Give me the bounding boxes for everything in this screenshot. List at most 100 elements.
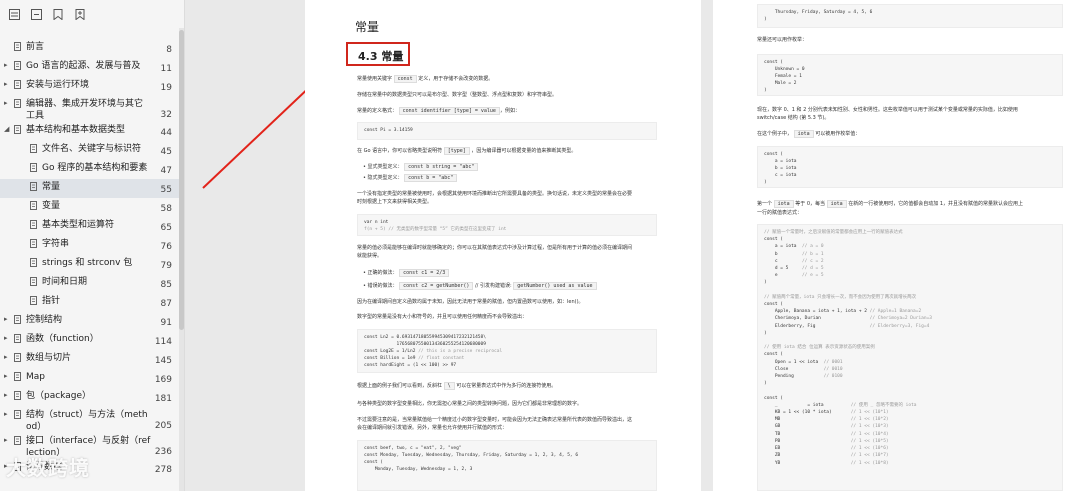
- toc-item-label-line: Go 程序的基本结构和要素: [42, 163, 148, 173]
- paragraph: switch/case 结构 (第 5.3 节)。: [757, 115, 830, 121]
- toc-item[interactable]: 文件名、关键字与标识符 45: [0, 141, 184, 160]
- bookmark-icon: [14, 372, 21, 381]
- code-comment: // float constant: [418, 356, 465, 361]
- paragraph: 与各种类型的数字型变量相比，你无需担心常量之间的类型转换问题，因为它们都是非常理…: [357, 401, 583, 407]
- toc-item[interactable]: ▸ 函数（function） 114: [0, 331, 184, 350]
- toc-item[interactable]: ▸ 编辑器、集成开发环境与其它 工具 32: [0, 96, 184, 122]
- toc-item[interactable]: 变量 58: [0, 198, 184, 217]
- chevron-right-icon[interactable]: ▸: [4, 80, 10, 88]
- chevron-right-icon[interactable]: ▸: [4, 61, 10, 69]
- paragraph: 第一个 iota 等于 0，每当 iota 在新的一行被使用时，它的值都会自动加…: [757, 200, 1024, 208]
- toc-item[interactable]: ▸ 包（package） 181: [0, 388, 184, 407]
- paragraph: 一行的赋值表达式：: [757, 210, 803, 216]
- toc-item[interactable]: ▸ 安装与运行环境 19: [0, 77, 184, 96]
- code-block: const Pi = 3.14159: [357, 122, 657, 140]
- bookmark-icon: [14, 334, 21, 343]
- watermark: 大数跨境: [6, 456, 90, 480]
- code-comment: // 0010: [823, 366, 843, 372]
- code-comment: // Apple=1 Banana=2: [869, 309, 922, 315]
- toc-item-label-line: Map: [26, 372, 45, 382]
- code-comment: // 赋值两个常量，iota 只会增长一次，而不会因为使用了两次就增长两次: [764, 294, 917, 300]
- toc-item[interactable]: ▸ 数组与切片 145: [0, 350, 184, 369]
- scrollbar-thumb[interactable]: [179, 30, 184, 330]
- toc-item-label: Go 语言的起源、发展与普及: [26, 60, 140, 72]
- toc-item[interactable]: ▸ Map 169: [0, 369, 184, 388]
- toc-item-label: 结构（struct）与方法（meth od）: [26, 409, 148, 433]
- toc-item-label: 基本结构和基本数据类型: [26, 124, 125, 136]
- chevron-right-icon[interactable]: ▸: [4, 353, 10, 361]
- bookmark-icon: [14, 125, 21, 134]
- bookmark-icon[interactable]: [52, 8, 64, 20]
- chevron-right-icon[interactable]: ▸: [4, 99, 10, 107]
- code-comment: // 使用 iota 结合 位运算 表示资源状态的使用案例: [764, 345, 875, 351]
- bullet-item: • 显式类型定义： const b string = "abc": [363, 163, 479, 171]
- code-comment: // 1 << (10*2): [850, 417, 889, 423]
- bookmark-icon: [14, 42, 21, 51]
- toc-item-label: 前言: [26, 41, 44, 53]
- bookmark-icon: [30, 144, 37, 153]
- collapse-all-icon[interactable]: [30, 8, 42, 20]
- chevron-right-icon[interactable]: ▸: [4, 334, 10, 342]
- chevron-right-icon[interactable]: ▸: [4, 410, 10, 418]
- code-comment: // this is a precise reciprocal: [418, 349, 503, 354]
- sidebar-scrollbar[interactable]: [179, 28, 184, 491]
- toc-item[interactable]: 指针 87: [0, 293, 184, 312]
- toc-item-label-line: 指针: [42, 296, 61, 306]
- toc-item[interactable]: 常量 55: [0, 179, 184, 198]
- toc-item-label-line: 函数（function）: [26, 334, 99, 344]
- toc-item-label-line: 数组与切片: [26, 353, 72, 363]
- toc-item-label: 基本类型和运算符: [42, 219, 114, 231]
- toc-item-page: 44: [160, 128, 172, 138]
- toc-item[interactable]: 前言 8: [0, 39, 184, 58]
- code-comment: // e = 5: [801, 273, 824, 279]
- toc-item[interactable]: ▸ Go 语言的起源、发展与普及 11: [0, 58, 184, 77]
- toc-item[interactable]: 字符串 76: [0, 236, 184, 255]
- toc-item-label: 常量: [42, 181, 60, 193]
- chevron-right-icon[interactable]: ▸: [4, 372, 10, 380]
- toc-item[interactable]: ◢ 基本结构和基本数据类型 44: [0, 122, 184, 141]
- bookmark-icon: [30, 220, 37, 229]
- toc-item[interactable]: 基本类型和运算符 65: [0, 217, 184, 236]
- paragraph: 常量还可以用作枚举：: [757, 37, 808, 43]
- toc-item-label: 指针: [42, 295, 60, 307]
- toc-item-label-line: 工具: [26, 111, 45, 121]
- toc-item-label-line: 时间和日期: [42, 277, 88, 287]
- bookmark-icon: [14, 391, 21, 400]
- toc-item[interactable]: ▸ 控制结构 91: [0, 312, 184, 331]
- toc-item[interactable]: ▸ 结构（struct）与方法（meth od） 205: [0, 407, 184, 433]
- toc-item-page: 87: [160, 299, 172, 309]
- chevron-right-icon[interactable]: ▸: [4, 436, 10, 444]
- bookmark-icon: [14, 61, 21, 70]
- expand-all-icon[interactable]: [8, 8, 20, 20]
- chevron-down-icon[interactable]: ◢: [4, 125, 10, 133]
- paragraph: 常量的值必须是能够在编译时就能够确定的；你可以在其赋值表达式中涉及计算过程，但是…: [357, 245, 633, 251]
- toc-item-label-line: 基本结构和基本数据类型: [26, 125, 126, 135]
- toc-item-page: 45: [160, 147, 172, 157]
- bookmark-add-icon[interactable]: [74, 8, 86, 20]
- paragraph: 存储在常量中的数据类型只可以是布尔型、数字型（整数型、浮点型和复数）和字符串型。: [357, 92, 558, 98]
- toc-item-label: Go 程序的基本结构和要素: [42, 162, 147, 174]
- toc-item-label-line: 包（package）: [26, 391, 91, 401]
- code-comment: // a = 0: [801, 244, 824, 250]
- toc-item-label-line: strings 和 strconv 包: [42, 258, 133, 268]
- toc-item-page: 205: [154, 421, 172, 431]
- paragraph: 就能获得。: [357, 253, 383, 259]
- toc-item-label-line: 接口（interface）与反射（ref: [26, 436, 151, 446]
- chevron-right-icon[interactable]: ▸: [4, 315, 10, 323]
- toc-item[interactable]: 时间和日期 85: [0, 274, 184, 293]
- paragraph: 会在编译期间就引发错误。另外，常量也允许使用并行赋值的形式：: [357, 425, 508, 431]
- code-block: const Ln2 = 0.69314718055994530941723212…: [357, 329, 657, 373]
- chevron-right-icon[interactable]: ▸: [4, 391, 10, 399]
- toc-item-label: 数组与切片: [26, 352, 71, 364]
- paragraph: 数字型的常量是没有大小和符号的，并且可以使用任何精度而不会导致溢出：: [357, 314, 528, 320]
- paragraph: 不过需要注意的是，当常量赋值给一个精度过小的数字型变量时，可能会因为无法正确表达…: [357, 417, 633, 423]
- document-page-right: Thursday, Friday, Saturday = 4, 5, 6 ) 常…: [713, 0, 1080, 491]
- code-comment: // Elderberry=3, Fig=4: [869, 323, 930, 329]
- toc-item-label-line: 常量: [42, 182, 61, 192]
- toc-item-page: 114: [154, 337, 172, 347]
- toc-item[interactable]: strings 和 strconv 包 79: [0, 255, 184, 274]
- toc-item[interactable]: Go 程序的基本结构和要素 47: [0, 160, 184, 179]
- code-comment: // 1 << (10*1): [850, 410, 889, 416]
- section-heading-highlight: 4.3 常量: [346, 42, 410, 66]
- bookmark-icon: [14, 353, 21, 362]
